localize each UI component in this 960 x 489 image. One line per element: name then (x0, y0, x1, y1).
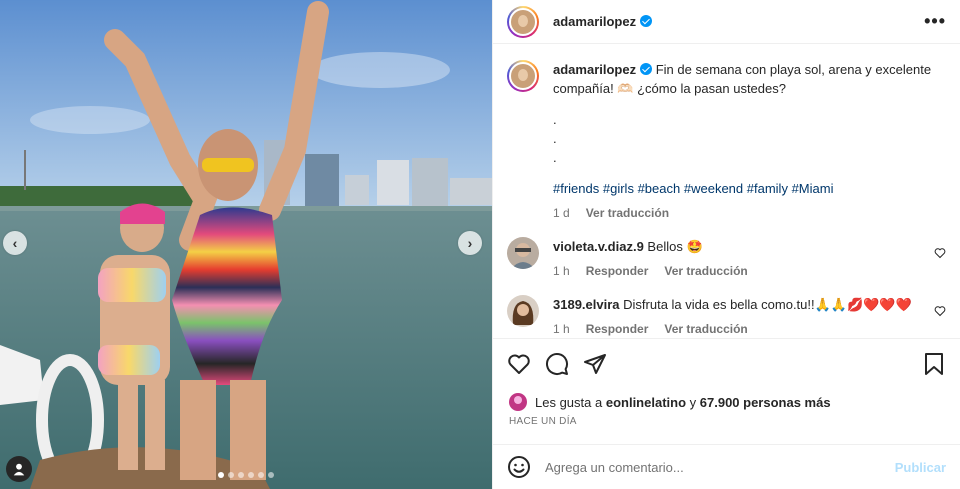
caption-translate-link[interactable]: Ver traducción (586, 204, 669, 223)
post-sidebar: adamarilopez ••• adamarilopez Fin de sem… (492, 0, 960, 489)
author-username-text[interactable]: adamarilopez (553, 14, 636, 29)
liker-username[interactable]: eonlinelatino (606, 395, 686, 410)
translate-link[interactable]: Ver traducción (664, 262, 747, 281)
liker-avatar[interactable] (509, 393, 527, 411)
carousel-dot (248, 472, 254, 478)
emoji-icon[interactable] (507, 455, 531, 479)
caption-hashtags: #friends #girls #beach #weekend #family … (553, 179, 946, 198)
hashtag-link[interactable]: #friends (553, 181, 599, 196)
like-comment-heart-icon[interactable] (934, 247, 946, 259)
post-timestamp[interactable]: HACE UN DÍA (493, 416, 960, 432)
likes-count[interactable]: 67.900 personas más (700, 395, 831, 410)
author-username[interactable]: adamarilopez (553, 14, 653, 29)
caption-age: 1 d (553, 206, 570, 220)
carousel-dot (268, 472, 274, 478)
likes-summary: Les gusta a eonlinelatino y 67.900 perso… (493, 388, 960, 416)
comment-text: Disfruta la vida es bella como.tu!!🙏🙏💋❤️… (623, 297, 912, 312)
publish-button[interactable]: Publicar (895, 460, 946, 475)
comment-item: 3189.elvira Disfruta la vida es bella co… (507, 295, 946, 338)
heart-icon[interactable] (507, 352, 531, 376)
caption-username[interactable]: adamarilopez (553, 62, 636, 77)
comment-input[interactable] (545, 459, 895, 475)
comment-username[interactable]: violeta.v.diaz.9 (553, 239, 644, 254)
carousel-dot (228, 472, 234, 478)
translate-link[interactable]: Ver traducción (664, 320, 747, 338)
author-avatar[interactable] (507, 5, 539, 38)
caption-dot: . (553, 150, 557, 165)
comments-section[interactable]: adamarilopez Fin de semana con playa sol… (493, 44, 960, 338)
hashtag-link[interactable]: #family (747, 181, 788, 196)
like-comment-heart-icon[interactable] (934, 305, 946, 317)
comment-composer: Publicar (493, 444, 960, 489)
comment-age: 1 h (553, 322, 570, 336)
reply-button[interactable]: Responder (586, 262, 649, 281)
carousel-prev-button[interactable]: ‹ (3, 231, 27, 255)
more-options-icon[interactable]: ••• (924, 11, 946, 32)
caption-dot: . (553, 131, 557, 146)
comment-age: 1 h (553, 264, 570, 278)
carousel-dot (258, 472, 264, 478)
verified-badge-icon (640, 63, 653, 75)
post-actions-bar (493, 338, 960, 388)
user-icon (13, 463, 25, 476)
hashtag-link[interactable]: #weekend (684, 181, 743, 196)
carousel-indicator (0, 472, 492, 478)
likes-conjunction: y (689, 394, 697, 410)
carousel-next-button[interactable]: › (458, 231, 482, 255)
bookmark-icon[interactable] (922, 352, 946, 376)
comment-text: Bellos 🤩 (647, 239, 703, 254)
hashtag-link[interactable]: #beach (638, 181, 681, 196)
chevron-right-icon: › (467, 235, 473, 251)
post-header: adamarilopez ••• (493, 0, 960, 44)
chevron-left-icon: ‹ (12, 235, 18, 251)
comment-item: violeta.v.diaz.9 Bellos 🤩 1 h Responder … (507, 237, 946, 281)
caption-meta: 1 d Ver traducción (553, 204, 946, 223)
carousel-dot (238, 472, 244, 478)
comment-icon[interactable] (545, 352, 569, 376)
caption-avatar[interactable] (507, 60, 539, 92)
post-image[interactable]: ‹ › (0, 0, 492, 489)
share-icon[interactable] (583, 352, 607, 376)
likes-prefix: Les gusta a (535, 394, 603, 410)
verified-badge-icon (640, 15, 653, 27)
beach-photo (0, 0, 492, 489)
reply-button[interactable]: Responder (586, 320, 649, 338)
tagged-users-button[interactable] (6, 456, 32, 482)
hashtag-link[interactable]: #girls (603, 181, 634, 196)
carousel-dot (218, 472, 224, 478)
commenter-avatar[interactable] (507, 237, 539, 269)
comment-username[interactable]: 3189.elvira (553, 297, 620, 312)
hashtag-link[interactable]: #Miami (792, 181, 834, 196)
commenter-avatar[interactable] (507, 295, 539, 327)
caption-dot: . (553, 112, 557, 127)
caption: adamarilopez Fin de semana con playa sol… (507, 60, 946, 223)
